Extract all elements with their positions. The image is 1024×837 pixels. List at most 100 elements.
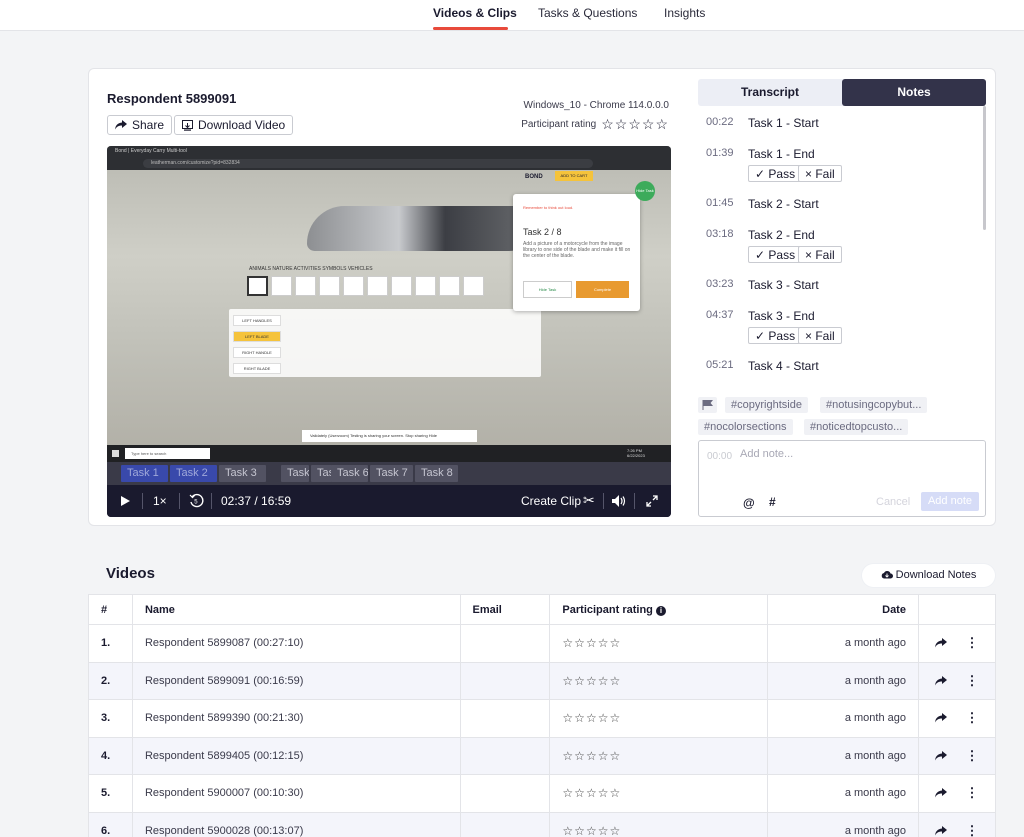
tag-chip[interactable]: #copyrightside bbox=[725, 397, 808, 413]
more-options-icon[interactable]: ⋮ bbox=[965, 710, 978, 726]
row-name[interactable]: Respondent 5899091 (00:16:59) bbox=[131, 661, 461, 700]
note-timestamp[interactable]: 00:22 bbox=[706, 116, 734, 128]
tag-chip[interactable]: #notusingcopybut... bbox=[820, 397, 928, 413]
volume-icon[interactable] bbox=[612, 495, 626, 507]
play-icon[interactable] bbox=[121, 496, 130, 506]
row-name[interactable]: Respondent 5900028 (00:13:07) bbox=[131, 811, 461, 837]
col-date[interactable]: Date bbox=[767, 594, 919, 625]
row-rating-stars[interactable]: ☆☆☆☆☆ bbox=[549, 736, 769, 775]
col-name[interactable]: Name bbox=[131, 594, 461, 625]
share-icon[interactable] bbox=[935, 825, 948, 836]
mention-button[interactable]: @ bbox=[743, 496, 755, 510]
top-nav: Videos & Clips Tasks & Questions Insight… bbox=[0, 0, 1024, 31]
row-name[interactable]: Respondent 5899405 (00:12:15) bbox=[131, 736, 461, 775]
note-timestamp[interactable]: 01:39 bbox=[706, 147, 734, 159]
table-header-row: # Name Email Participant rating i Date bbox=[88, 594, 997, 625]
tab-tasks-questions[interactable]: Tasks & Questions bbox=[538, 6, 637, 20]
add-note-button[interactable]: Add note bbox=[921, 492, 979, 511]
info-icon[interactable]: i bbox=[655, 605, 666, 616]
note-timestamp[interactable]: 01:45 bbox=[706, 197, 734, 209]
row-rating-stars[interactable]: ☆☆☆☆☆ bbox=[549, 699, 769, 738]
more-options-icon[interactable]: ⋮ bbox=[965, 823, 978, 837]
share-icon[interactable] bbox=[935, 638, 948, 648]
download-notes-button[interactable]: Download Notes bbox=[862, 564, 995, 587]
note-input[interactable] bbox=[740, 448, 970, 460]
task-timeline[interactable]: Task 1 Task 2 Task 3 Task Tasi Task 6 Ta… bbox=[107, 462, 671, 485]
task-segment-7[interactable]: Task 7 bbox=[370, 465, 413, 482]
table-row[interactable]: 5. Respondent 5900007 (00:10:30) ☆☆☆☆☆ a mo… bbox=[88, 774, 997, 813]
col-number: # bbox=[88, 594, 133, 625]
tag-chip[interactable]: #noticedtopcusto... bbox=[804, 419, 909, 435]
cloud-download-icon bbox=[881, 571, 893, 579]
task-segment-6[interactable]: Task 6 bbox=[331, 465, 368, 482]
task-segment-2[interactable]: Task 2 bbox=[170, 465, 217, 482]
more-options-icon[interactable]: ⋮ bbox=[965, 673, 978, 689]
more-options-icon[interactable]: ⋮ bbox=[965, 635, 978, 651]
pass-button[interactable]: ✓ Pass bbox=[748, 165, 803, 182]
recorded-url: leatherman.com/customize?pid=832834 bbox=[143, 159, 593, 168]
row-rating-stars[interactable]: ☆☆☆☆☆ bbox=[549, 661, 769, 700]
share-icon[interactable] bbox=[935, 750, 948, 761]
rating-stars-input[interactable]: ☆☆☆☆☆ bbox=[601, 116, 669, 133]
fullscreen-icon[interactable] bbox=[646, 495, 658, 507]
more-options-icon[interactable]: ⋮ bbox=[965, 785, 978, 801]
more-options-icon[interactable]: ⋮ bbox=[965, 748, 978, 764]
task-segment-3[interactable]: Task 3 bbox=[219, 465, 266, 482]
scissors-icon[interactable]: ✂ bbox=[583, 492, 595, 509]
table-row[interactable]: 1. Respondent 5899087 (00:27:10) ☆☆☆☆☆ a mo… bbox=[88, 624, 997, 663]
task-segment-5[interactable]: Tasi bbox=[311, 465, 332, 482]
table-row[interactable]: 6. Respondent 5900028 (00:13:07) ☆☆☆☆☆ a mo… bbox=[88, 811, 997, 837]
notes-scrollbar[interactable] bbox=[983, 106, 986, 230]
row-date: a month ago bbox=[767, 811, 919, 837]
create-clip-button[interactable]: Create Clip bbox=[521, 494, 581, 508]
row-rating-stars[interactable]: ☆☆☆☆☆ bbox=[549, 774, 769, 813]
task-segment-8[interactable]: Task 8 bbox=[415, 465, 458, 482]
x-icon: × bbox=[805, 167, 816, 181]
table-row[interactable]: 2. Respondent 5899091 (00:16:59) ☆☆☆☆☆ a mo… bbox=[88, 661, 997, 700]
fail-button[interactable]: × Fail bbox=[798, 327, 842, 344]
row-name[interactable]: Respondent 5900007 (00:10:30) bbox=[131, 774, 461, 813]
share-button[interactable]: Share bbox=[107, 115, 173, 135]
tab-notes[interactable]: Notes bbox=[842, 79, 986, 106]
row-date: a month ago bbox=[767, 624, 919, 663]
note-timestamp[interactable]: 03:18 bbox=[706, 228, 734, 240]
col-participant-rating[interactable]: Participant rating i bbox=[549, 594, 769, 625]
replay-5-icon[interactable]: 5 bbox=[189, 493, 204, 508]
tab-transcript[interactable]: Transcript bbox=[698, 79, 842, 106]
task-segment-1[interactable]: Task 1 bbox=[121, 465, 168, 482]
hashtag-button[interactable]: # bbox=[769, 495, 776, 509]
cancel-note-button[interactable]: Cancel bbox=[876, 496, 910, 508]
row-name[interactable]: Respondent 5899390 (00:21:30) bbox=[131, 699, 461, 738]
note-timestamp[interactable]: 05:21 bbox=[706, 359, 734, 371]
note-timestamp[interactable]: 04:37 bbox=[706, 309, 734, 321]
row-name[interactable]: Respondent 5899087 (00:27:10) bbox=[131, 624, 461, 663]
playback-speed[interactable]: 1× bbox=[153, 494, 167, 508]
row-actions: ⋮ bbox=[917, 624, 997, 663]
tab-videos-clips[interactable]: Videos & Clips bbox=[433, 6, 517, 20]
fail-button[interactable]: × Fail bbox=[798, 165, 842, 182]
tab-insights[interactable]: Insights bbox=[664, 6, 705, 20]
video-player[interactable]: Bond | Everyday Carry Multi-tool leather… bbox=[107, 146, 671, 517]
row-rating-stars[interactable]: ☆☆☆☆☆ bbox=[549, 811, 769, 837]
add-to-cart-label: ADD TO CART bbox=[555, 171, 593, 181]
table-row[interactable]: 3. Respondent 5899390 (00:21:30) ☆☆☆☆☆ a mo… bbox=[88, 699, 997, 738]
share-icon[interactable] bbox=[935, 713, 948, 723]
system-info: Windows_10 - Chrome 114.0.0.0 bbox=[523, 100, 669, 111]
respondent-card: Respondent 5899091 Share Download Video … bbox=[88, 68, 996, 526]
row-actions: ⋮ bbox=[917, 774, 997, 813]
share-icon[interactable] bbox=[935, 788, 948, 798]
task-segment-4[interactable]: Task bbox=[281, 465, 309, 482]
flag-icon bbox=[702, 400, 714, 410]
download-video-button[interactable]: Download Video bbox=[174, 115, 294, 135]
check-icon: ✓ bbox=[755, 167, 769, 181]
col-email[interactable]: Email bbox=[459, 594, 551, 625]
table-row[interactable]: 4. Respondent 5899405 (00:12:15) ☆☆☆☆☆ a mo… bbox=[88, 736, 997, 775]
share-icon[interactable] bbox=[935, 675, 948, 686]
note-timestamp[interactable]: 03:23 bbox=[706, 278, 734, 290]
fail-button[interactable]: × Fail bbox=[798, 246, 842, 263]
row-rating-stars[interactable]: ☆☆☆☆☆ bbox=[549, 624, 769, 663]
flag-tag-button[interactable] bbox=[698, 397, 717, 413]
pass-button[interactable]: ✓ Pass bbox=[748, 246, 803, 263]
tag-chip[interactable]: #nocolorsections bbox=[698, 419, 793, 435]
pass-button[interactable]: ✓ Pass bbox=[748, 327, 803, 344]
